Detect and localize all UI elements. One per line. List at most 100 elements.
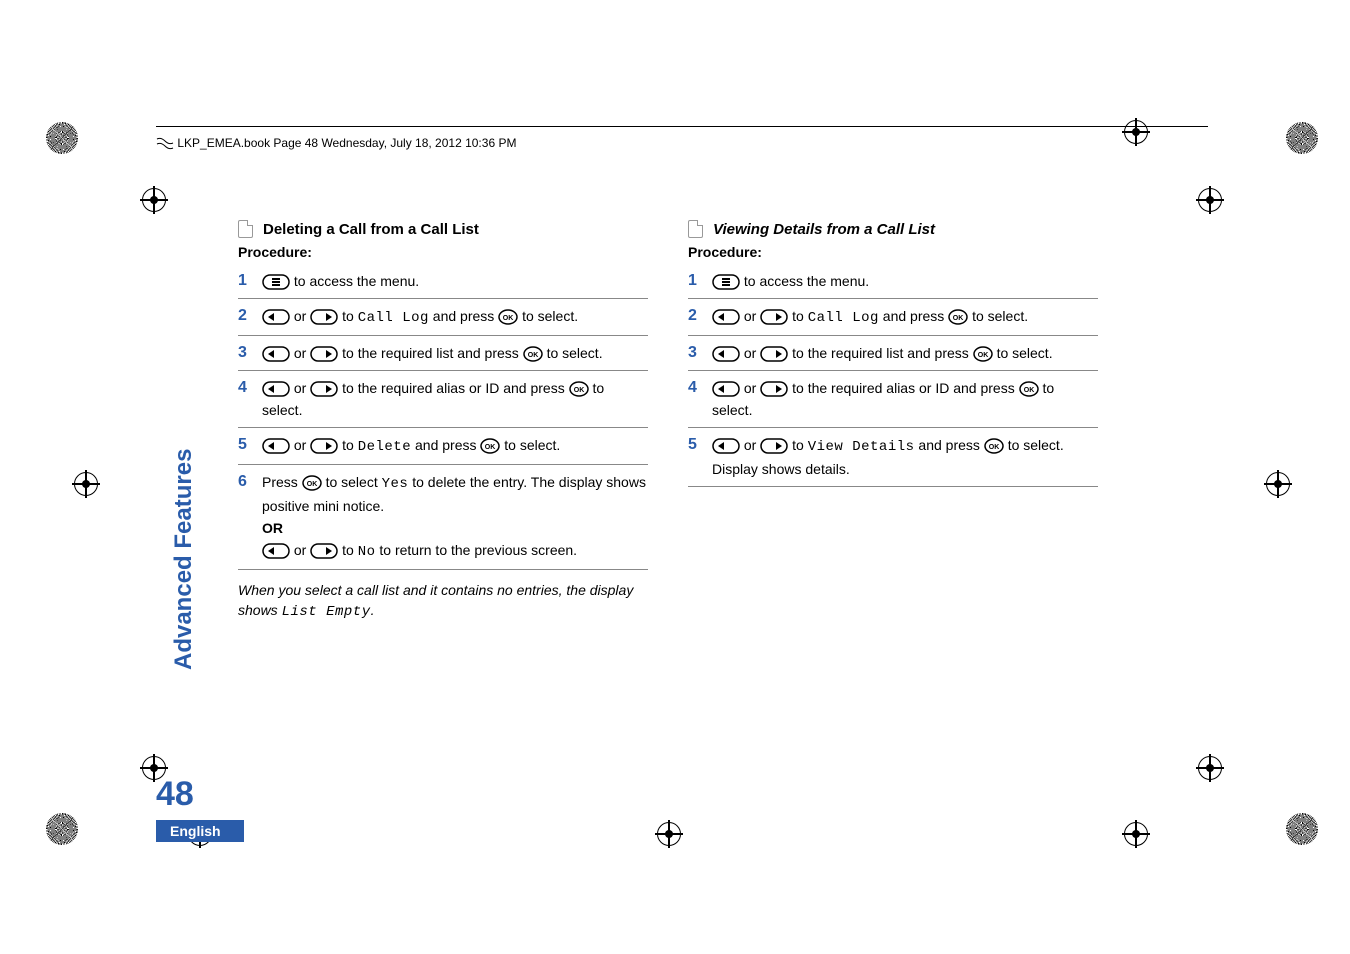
reg-mark-left-m	[72, 470, 100, 498]
step-row: 3 or to the required list and press OK t…	[238, 336, 648, 371]
left-nav-icon	[712, 346, 740, 362]
step-number: 3	[238, 342, 262, 364]
code-text: Yes	[382, 476, 409, 492]
step-row: 4 or to the required alias or ID and pre…	[238, 371, 648, 428]
or-label: OR	[262, 517, 648, 539]
step-row: 1 to access the menu.	[238, 264, 648, 299]
reg-mark-right-m	[1264, 470, 1292, 498]
code-text: View Details	[808, 439, 915, 455]
step-number: 5	[238, 434, 262, 456]
left-nav-icon	[262, 309, 290, 325]
svg-text:OK: OK	[306, 481, 317, 488]
crop-starburst-br	[1286, 813, 1318, 845]
ok-button-icon: OK	[984, 438, 1004, 454]
step-text: to	[342, 542, 358, 558]
page-number: 48	[156, 775, 194, 814]
or-text: or	[294, 542, 310, 558]
step-text: to the required alias or ID and press	[792, 380, 1018, 396]
spiral-icon	[156, 137, 174, 151]
ok-button-icon: OK	[569, 381, 589, 397]
ok-button-icon: OK	[523, 346, 543, 362]
step-text: to the required list and press	[792, 345, 973, 361]
step-number: 4	[238, 377, 262, 399]
step-number: 2	[238, 305, 262, 327]
step-text: to access the menu.	[294, 273, 419, 289]
reg-mark-bottom-c	[655, 820, 683, 848]
ok-button-icon: OK	[973, 346, 993, 362]
right-nav-icon	[310, 381, 338, 397]
step-text: to select.	[504, 437, 560, 453]
svg-text:OK: OK	[485, 444, 496, 451]
ok-button-icon: OK	[948, 309, 968, 325]
step-row: 6 Press OK to select Yes to delete the e…	[238, 465, 648, 570]
right-nav-icon	[760, 381, 788, 397]
step-text: to select.	[547, 345, 603, 361]
code-text: Call Log	[358, 310, 429, 326]
right-nav-icon	[760, 438, 788, 454]
right-nav-icon	[310, 309, 338, 325]
ok-button-icon: OK	[1019, 381, 1039, 397]
ok-button-icon: OK	[480, 438, 500, 454]
svg-text:OK: OK	[989, 444, 1000, 451]
step-text: to	[792, 437, 808, 453]
right-nav-icon	[760, 346, 788, 362]
step-text: to select.	[997, 345, 1053, 361]
right-nav-icon	[310, 346, 338, 362]
left-nav-icon	[262, 381, 290, 397]
step-text: Press	[262, 474, 302, 490]
or-text: or	[294, 345, 310, 361]
step-row: 5 or to View Details and press OK to sel…	[688, 428, 1098, 487]
svg-text:OK: OK	[527, 352, 538, 359]
left-nav-icon	[262, 438, 290, 454]
menu-button-icon	[262, 274, 290, 290]
or-text: or	[744, 437, 760, 453]
step-text: to	[792, 308, 808, 324]
step-number: 4	[688, 377, 712, 399]
footnote: When you select a call list and it conta…	[238, 580, 648, 622]
svg-text:OK: OK	[573, 387, 584, 394]
step-text: to select	[326, 474, 382, 490]
reg-mark-top	[1122, 118, 1150, 146]
step-number: 5	[688, 434, 712, 456]
or-text: or	[744, 345, 760, 361]
right-column: Viewing Details from a Call List Procedu…	[688, 220, 1098, 622]
crop-starburst-tl	[46, 122, 78, 154]
step-text: to select.	[972, 308, 1028, 324]
step-row: 2 or to Call Log and press OK to select.	[688, 299, 1098, 336]
step-text: to	[342, 308, 358, 324]
step-text: to return to the previous screen.	[376, 542, 578, 558]
or-text: or	[294, 380, 310, 396]
step-text: and press	[411, 437, 480, 453]
left-nav-icon	[262, 543, 290, 559]
code-text: Delete	[358, 439, 411, 455]
side-tab-text: Advanced Features	[170, 449, 198, 670]
step-row: 1 to access the menu.	[688, 264, 1098, 299]
step-text: and press	[429, 308, 498, 324]
language-label: English	[156, 820, 244, 842]
step-number: 6	[238, 471, 262, 493]
step-text: and press	[915, 437, 984, 453]
procedure-label: Procedure:	[238, 244, 648, 260]
reg-mark-right-d	[1196, 754, 1224, 782]
step-text: to the required alias or ID and press	[342, 380, 568, 396]
step-row: 4 or to the required alias or ID and pre…	[688, 371, 1098, 428]
step-number: 2	[688, 305, 712, 327]
running-head: LKP_EMEA.book Page 48 Wednesday, July 18…	[156, 136, 516, 151]
or-text: or	[744, 380, 760, 396]
reg-mark-left-u	[140, 186, 168, 214]
reg-mark-bottom-r	[1122, 820, 1150, 848]
crop-starburst-bl	[46, 813, 78, 845]
left-nav-icon	[712, 438, 740, 454]
page-icon	[688, 220, 703, 238]
code-text: Call Log	[808, 310, 879, 326]
right-nav-icon	[760, 309, 788, 325]
step-number: 3	[688, 342, 712, 364]
left-column: Deleting a Call from a Call List Procedu…	[238, 220, 648, 622]
reg-mark-right-u	[1196, 186, 1224, 214]
step-text: to	[342, 437, 358, 453]
step-text: and press	[879, 308, 948, 324]
header-rule	[156, 126, 1208, 127]
right-nav-icon	[310, 543, 338, 559]
menu-button-icon	[712, 274, 740, 290]
page-icon	[238, 220, 253, 238]
